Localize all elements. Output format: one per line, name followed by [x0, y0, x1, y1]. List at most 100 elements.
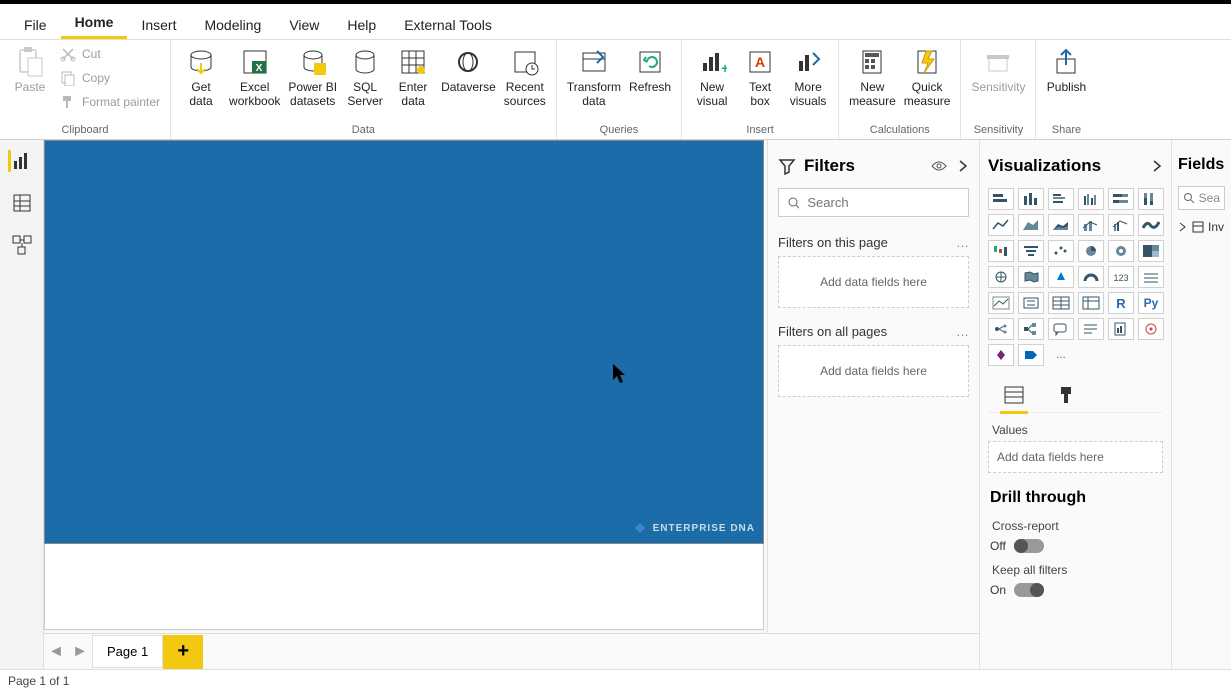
viz-clustered-bar[interactable] [1048, 188, 1074, 210]
excel-workbook-button[interactable]: XExcel workbook [225, 44, 284, 110]
cross-report-toggle[interactable] [1014, 539, 1044, 553]
viz-clustered-column[interactable] [1078, 188, 1104, 210]
keep-filters-toggle[interactable] [1014, 583, 1044, 597]
quick-measure-button[interactable]: Quick measure [900, 44, 955, 110]
fields-mode-button[interactable] [1000, 382, 1028, 408]
transform-data-button[interactable]: Transform data [563, 44, 625, 110]
viz-arcgis[interactable] [1138, 318, 1164, 340]
copy-button[interactable]: Copy [56, 68, 164, 88]
collapse-viz-icon[interactable] [1151, 158, 1163, 174]
viz-map[interactable] [988, 266, 1014, 288]
viz-python[interactable]: Py [1138, 292, 1164, 314]
new-measure-button[interactable]: New measure [845, 44, 900, 110]
data-view-icon[interactable] [11, 192, 33, 214]
filters-page-dropzone[interactable]: Add data fields here [778, 256, 969, 308]
page-tab-1[interactable]: Page 1 [92, 635, 163, 668]
viz-multi-card[interactable] [1138, 266, 1164, 288]
viz-gauge[interactable] [1078, 266, 1104, 288]
report-page-canvas[interactable]: ENTERPRISE DNA [44, 140, 764, 544]
format-mode-button[interactable] [1052, 382, 1080, 408]
viz-kpi[interactable] [988, 292, 1014, 314]
viz-filled-map[interactable] [1018, 266, 1044, 288]
viz-funnel[interactable] [1018, 240, 1044, 262]
cross-report-label: Cross-report [988, 513, 1163, 535]
tab-view[interactable]: View [275, 9, 333, 39]
viz-automate[interactable] [1018, 344, 1044, 366]
viz-100-bar[interactable] [1108, 188, 1134, 210]
paste-button[interactable]: Paste [6, 44, 54, 96]
report-view-icon[interactable] [8, 150, 33, 172]
filters-search[interactable] [778, 188, 969, 217]
enter-data-button[interactable]: Enter data [389, 44, 437, 110]
add-page-button[interactable]: + [163, 635, 203, 669]
report-canvas-area[interactable]: ENTERPRISE DNA [44, 140, 767, 670]
viz-waterfall[interactable] [988, 240, 1014, 262]
recent-sources-button[interactable]: Recent sources [500, 44, 550, 110]
viz-line[interactable] [988, 214, 1014, 236]
tab-home[interactable]: Home [61, 6, 128, 39]
visualizations-title: Visualizations [988, 156, 1101, 176]
sensitivity-button[interactable]: Sensitivity [967, 44, 1029, 96]
powerbi-datasets-button[interactable]: Power BI datasets [284, 44, 341, 110]
viz-paginated[interactable] [1108, 318, 1134, 340]
new-visual-button[interactable]: +New visual [688, 44, 736, 110]
tab-modeling[interactable]: Modeling [190, 9, 275, 39]
viz-pie[interactable] [1078, 240, 1104, 262]
viz-card[interactable]: 123 [1108, 266, 1134, 288]
eye-icon[interactable] [931, 158, 947, 174]
viz-decomposition[interactable] [1018, 318, 1044, 340]
fields-search[interactable]: Sea [1178, 186, 1225, 210]
filters-all-dropzone[interactable]: Add data fields here [778, 345, 969, 397]
viz-qa[interactable] [1048, 318, 1074, 340]
tab-help[interactable]: Help [333, 9, 390, 39]
model-view-icon[interactable] [11, 234, 33, 256]
viz-100-column[interactable] [1138, 188, 1164, 210]
viz-matrix[interactable] [1078, 292, 1104, 314]
viz-azure-map[interactable] [1048, 266, 1074, 288]
viz-stacked-area[interactable] [1048, 214, 1074, 236]
viz-table[interactable] [1048, 292, 1074, 314]
values-dropzone[interactable]: Add data fields here [988, 441, 1163, 473]
viz-area[interactable] [1018, 214, 1044, 236]
filters-page-label: Filters on this page [778, 235, 888, 250]
viz-line-column[interactable] [1078, 214, 1104, 236]
fields-table-item[interactable]: Inv [1178, 218, 1225, 236]
dataverse-button[interactable]: Dataverse [437, 44, 500, 96]
viz-smart-narrative[interactable] [1078, 318, 1104, 340]
text-box-button[interactable]: AText box [736, 44, 784, 110]
tab-insert[interactable]: Insert [127, 9, 190, 39]
viz-stacked-bar[interactable] [988, 188, 1014, 210]
viz-more[interactable]: … [1048, 344, 1074, 366]
group-label-data: Data [177, 122, 550, 139]
more-visuals-button[interactable]: More visuals [784, 44, 832, 110]
tab-external-tools[interactable]: External Tools [390, 9, 506, 39]
viz-line-clustered[interactable] [1108, 214, 1134, 236]
page-next-button[interactable]: ► [68, 635, 92, 669]
viz-ribbon[interactable] [1138, 214, 1164, 236]
viz-powerapps[interactable] [988, 344, 1014, 366]
page-prev-button[interactable]: ◄ [44, 635, 68, 669]
viz-key-influencers[interactable] [988, 318, 1014, 340]
collapse-filters-icon[interactable] [957, 158, 969, 174]
group-label-calculations: Calculations [845, 122, 954, 139]
filters-search-input[interactable] [807, 195, 960, 210]
get-data-button[interactable]: Get data [177, 44, 225, 110]
publish-button[interactable]: Publish [1042, 44, 1090, 96]
viz-scatter[interactable] [1048, 240, 1074, 262]
more-icon[interactable]: … [956, 324, 969, 339]
viz-donut[interactable] [1108, 240, 1134, 262]
viz-r[interactable]: R [1108, 292, 1134, 314]
table-icon [1192, 221, 1204, 233]
format-painter-button[interactable]: Format painter [56, 92, 164, 112]
refresh-button[interactable]: Refresh [625, 44, 675, 96]
canvas-overflow [44, 544, 764, 630]
viz-stacked-column[interactable] [1018, 188, 1044, 210]
keep-filters-label: Keep all filters [988, 557, 1163, 579]
fields-pane: Fields Sea Inv [1171, 140, 1231, 670]
viz-slicer[interactable] [1018, 292, 1044, 314]
viz-treemap[interactable] [1138, 240, 1164, 262]
cut-button[interactable]: Cut [56, 44, 164, 64]
more-icon[interactable]: … [956, 235, 969, 250]
tab-file[interactable]: File [10, 9, 61, 39]
sql-server-button[interactable]: SQL Server [341, 44, 389, 110]
